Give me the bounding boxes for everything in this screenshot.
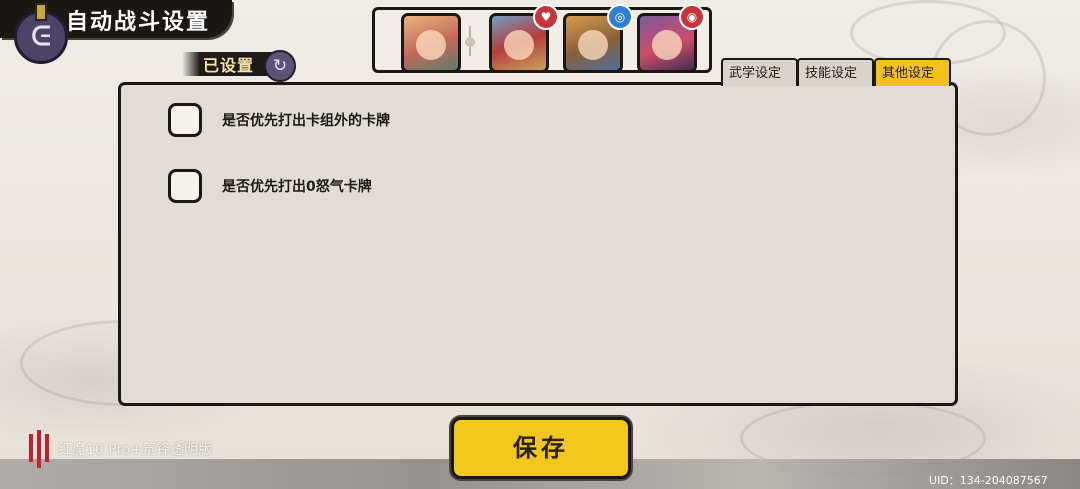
target-badge-icon: ◉ [679, 4, 705, 30]
tab-qita[interactable]: 其他设定 [874, 58, 951, 86]
checkbox-play-zero-rage[interactable] [168, 169, 202, 203]
page-title: 自动战斗设置 [66, 10, 211, 35]
uid-label: UID：134-204087567 [929, 474, 1048, 487]
team-portrait-bar: ♥ ◎ ◉ [372, 4, 712, 73]
save-button[interactable]: 保存 [451, 417, 631, 479]
swap-icon[interactable]: ↻ [264, 50, 296, 82]
pin-icon [35, 3, 47, 21]
option-label: 是否优先打出卡组外的卡牌 [222, 113, 390, 129]
settings-panel: 是否优先打出卡组外的卡牌 是否优先打出0怒气卡牌 [118, 82, 958, 406]
face [504, 30, 534, 60]
watermark-text: 红魔10 Pro+氘锋透明版 [58, 442, 213, 458]
tab-wuxue[interactable]: 武学设定 [721, 58, 798, 86]
back-arrow-icon: ᕮ [31, 21, 51, 52]
watermark: 红魔10 Pro+氘锋透明版 [24, 430, 212, 468]
heart-badge-icon: ♥ [533, 4, 559, 30]
option-label: 是否优先打出0怒气卡牌 [222, 179, 372, 195]
status-label: 已设置 [203, 56, 255, 75]
option-row: 是否优先打出0怒气卡牌 [168, 169, 372, 203]
checkbox-play-outside-deck[interactable] [168, 103, 202, 137]
tab-jineng[interactable]: 技能设定 [797, 58, 874, 86]
portrait-1[interactable] [401, 13, 461, 73]
option-row: 是否优先打出卡组外的卡牌 [168, 103, 390, 137]
brand-logo-icon [24, 430, 54, 468]
face [652, 30, 682, 60]
swirl-badge-icon: ◎ [607, 4, 633, 30]
face [416, 30, 446, 60]
divider [465, 26, 475, 56]
face [578, 30, 608, 60]
back-button[interactable]: ᕮ [14, 3, 68, 64]
